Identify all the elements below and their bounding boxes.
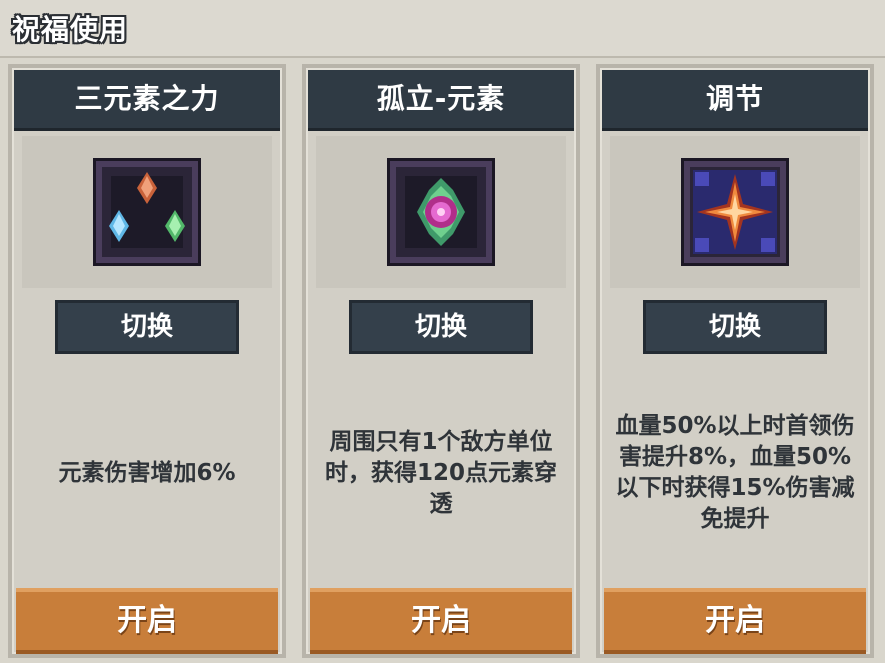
- card-header: 孤立-元素: [308, 70, 574, 131]
- switch-button[interactable]: 切换: [55, 300, 239, 354]
- card-title: 三元素之力: [74, 82, 220, 115]
- card-description: 周围只有1个敌方单位时，获得120点元素穿透: [314, 368, 568, 578]
- card-description-text: 周围只有1个敌方单位时，获得120点元素穿透: [324, 428, 557, 517]
- blessing-card-regulate: 调节 切换 血量50%以上时首领伤害提升8%，血量50%以下时获得15%伤害减免…: [596, 64, 874, 658]
- open-button[interactable]: 开启: [604, 588, 866, 654]
- card-title: 调节: [705, 82, 764, 115]
- card-description-text: 元素伤害增加6%: [58, 459, 236, 486]
- open-button-label: 开启: [705, 603, 765, 638]
- open-button-label: 开启: [117, 603, 177, 638]
- card-description-text: 血量50%以上时首领伤害提升8%，血量50%以下时获得15%伤害减免提升: [615, 413, 855, 532]
- card-description: 元素伤害增加6%: [20, 368, 274, 578]
- blessing-card-three-elements: 三元素之力 切换 元素伤害增加6% 开启: [8, 64, 286, 658]
- blessing-card-isolated-element: 孤立-元素 切换 周围只有1个敌方单位时，获得120点元素穿透 开启: [302, 64, 580, 658]
- icon-frame: [22, 136, 272, 288]
- switch-button[interactable]: 切换: [643, 300, 827, 354]
- three-elements-icon: [93, 158, 201, 266]
- card-header: 调节: [602, 70, 868, 131]
- open-button-label: 开启: [411, 603, 471, 638]
- regulate-icon: [681, 158, 789, 266]
- switch-button-label: 切换: [708, 312, 761, 342]
- open-button[interactable]: 开启: [310, 588, 572, 654]
- panel-header: 祝福使用: [0, 0, 885, 58]
- icon-frame: [610, 136, 860, 288]
- card-description: 血量50%以上时首领伤害提升8%，血量50%以下时获得15%伤害减免提升: [608, 368, 862, 578]
- card-header: 三元素之力: [14, 70, 280, 131]
- open-button[interactable]: 开启: [16, 588, 278, 654]
- icon-frame: [316, 136, 566, 288]
- switch-button[interactable]: 切换: [349, 300, 533, 354]
- switch-button-label: 切换: [414, 312, 467, 342]
- card-title: 孤立-元素: [376, 82, 506, 115]
- panel-title: 祝福使用: [12, 13, 129, 46]
- isolated-element-icon: [387, 158, 495, 266]
- switch-button-label: 切换: [120, 312, 173, 342]
